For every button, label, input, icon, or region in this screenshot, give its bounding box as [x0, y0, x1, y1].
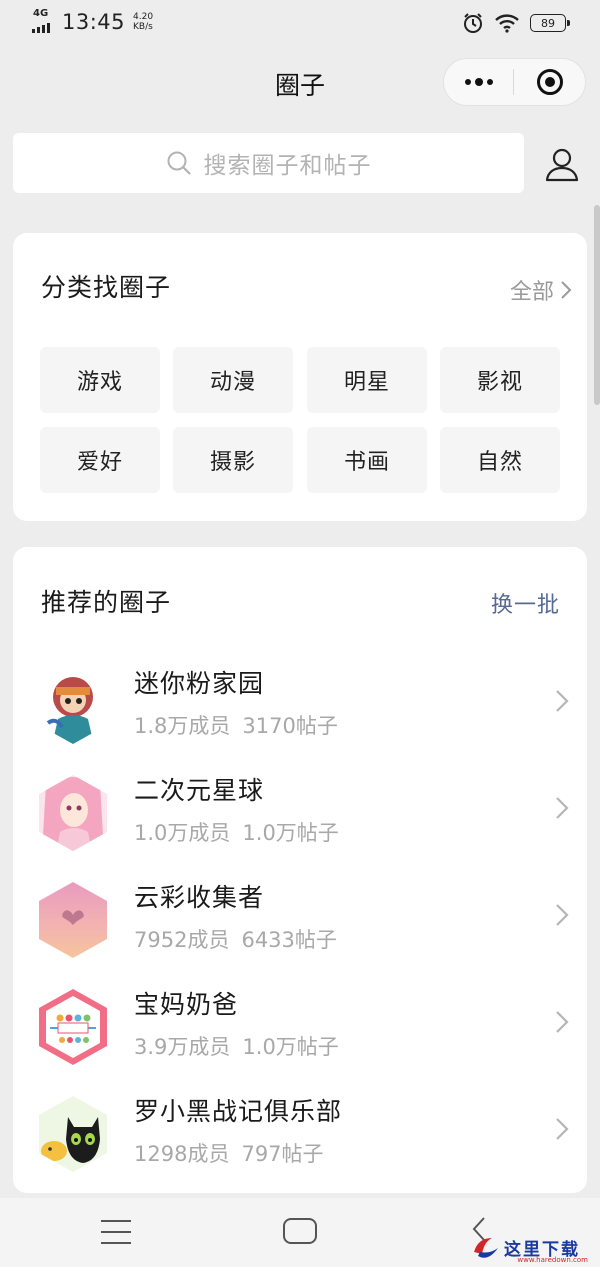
- circle-stats: 1.8万成员 3170帖子: [134, 710, 338, 740]
- refresh-button[interactable]: 换一批: [491, 587, 560, 619]
- chevron-right-icon: [556, 1118, 569, 1140]
- network-speed: 4.20 KB/s: [133, 12, 153, 32]
- circle-posts: 797帖子: [241, 1142, 324, 1166]
- signal-icon: 4G: [32, 8, 56, 33]
- circle-members: 1298成员: [134, 1142, 230, 1166]
- circle-posts: 3170帖子: [242, 714, 338, 738]
- circle-avatar-icon: [39, 1096, 107, 1172]
- circle-stats: 1.0万成员 1.0万帖子: [134, 817, 339, 847]
- scrollbar[interactable]: [594, 205, 600, 405]
- category-chip-star[interactable]: 明星: [307, 347, 427, 413]
- category-chip-game[interactable]: 游戏: [40, 347, 160, 413]
- network-speed-value: 4.20: [133, 12, 154, 22]
- search-icon: [167, 151, 191, 175]
- category-section-title: 分类找圈子: [41, 273, 172, 302]
- circle-posts: 6433帖子: [241, 928, 337, 952]
- circle-avatar-icon: [39, 989, 107, 1065]
- circle-members: 3.9万成员: [134, 1035, 231, 1059]
- circle-avatar-icon: [39, 775, 107, 851]
- person-icon: [545, 148, 579, 182]
- circle-name: 迷你粉家园: [134, 669, 265, 698]
- chevron-right-icon: [556, 797, 569, 819]
- chevron-right-icon: [556, 690, 569, 712]
- circle-list-item[interactable]: 二次元星球 1.0万成员 1.0万帖子: [13, 754, 587, 861]
- category-chip-painting[interactable]: 书画: [307, 427, 427, 493]
- home-button[interactable]: [283, 1218, 317, 1244]
- search-placeholder: 搜索圈子和帖子: [203, 153, 372, 179]
- circle-avatar-icon: [39, 882, 107, 958]
- chevron-right-icon: [556, 904, 569, 926]
- miniprogram-capsule: [443, 58, 586, 106]
- circle-name: 罗小黑战记俱乐部: [134, 1097, 343, 1126]
- circle-stats: 3.9万成员 1.0万帖子: [134, 1031, 339, 1061]
- battery-level: 89: [541, 16, 555, 30]
- status-time: 13:45: [62, 10, 126, 34]
- all-categories-link[interactable]: 全部: [510, 274, 572, 306]
- circle-avatar-icon: [39, 668, 107, 744]
- circle-list-item[interactable]: 罗小黑战记俱乐部 1298成员 797帖子: [13, 1075, 587, 1182]
- category-chip-hobby[interactable]: 爱好: [40, 427, 160, 493]
- circle-members: 1.8万成员: [134, 714, 231, 738]
- recommended-section-title: 推荐的圈子: [41, 588, 172, 617]
- watermark-url: www.haredown.com: [517, 1256, 588, 1264]
- circle-name: 二次元星球: [134, 776, 265, 805]
- circle-members: 7952成员: [134, 928, 230, 952]
- chevron-right-icon: [556, 1011, 569, 1033]
- search-input[interactable]: 搜索圈子和帖子: [13, 133, 524, 193]
- circle-name: 宝妈奶爸: [134, 990, 239, 1019]
- more-button[interactable]: [444, 59, 513, 105]
- category-chip-photo[interactable]: 摄影: [173, 427, 293, 493]
- all-categories-label: 全部: [509, 280, 554, 305]
- circle-list-item[interactable]: 云彩收集者 7952成员 6433帖子: [13, 861, 587, 968]
- circle-stats: 7952成员 6433帖子: [134, 924, 337, 954]
- circle-posts: 1.0万帖子: [242, 1035, 339, 1059]
- network-type: 4G: [33, 8, 49, 19]
- chevron-right-icon: [561, 281, 572, 299]
- circle-posts: 1.0万帖子: [242, 821, 339, 845]
- profile-button[interactable]: [540, 143, 584, 187]
- site-watermark: 这里下载 www.haredown.com: [470, 1229, 594, 1265]
- watermark-logo-icon: [474, 1238, 498, 1258]
- menu-button[interactable]: [101, 1220, 131, 1244]
- wifi-icon: [495, 14, 519, 33]
- circle-stats: 1298成员 797帖子: [134, 1138, 324, 1168]
- circle-name: 云彩收集者: [134, 883, 265, 912]
- category-chip-film[interactable]: 影视: [440, 347, 560, 413]
- target-icon: [536, 69, 563, 95]
- menu-icon: [101, 1220, 131, 1222]
- circle-list-item[interactable]: 宝妈奶爸 3.9万成员 1.0万帖子: [13, 968, 587, 1075]
- circle-members: 1.0万成员: [134, 821, 231, 845]
- category-chip-anime[interactable]: 动漫: [173, 347, 293, 413]
- network-speed-unit: KB/s: [133, 22, 153, 32]
- circle-list-item[interactable]: 迷你粉家园 1.8万成员 3170帖子: [13, 647, 587, 754]
- battery-icon: 89: [530, 14, 570, 32]
- more-dots-icon: [464, 79, 471, 85]
- alarm-icon: [464, 13, 482, 33]
- close-miniprogram-button[interactable]: [514, 59, 585, 105]
- category-chip-nature[interactable]: 自然: [440, 427, 560, 493]
- status-bar: 4G 13:45 4.20 KB/s 89: [0, 0, 600, 48]
